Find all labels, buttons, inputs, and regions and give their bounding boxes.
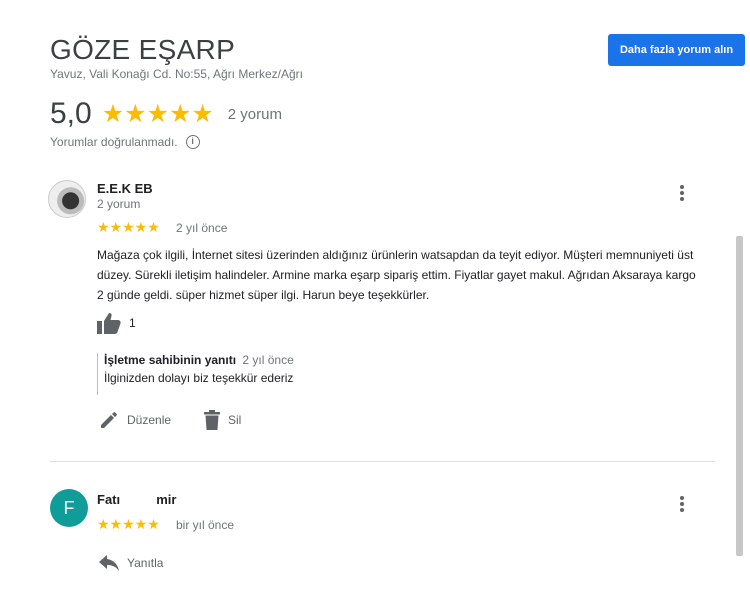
delete-label: Sil: [228, 413, 242, 427]
review-text: Mağaza çok ilgili, İnternet sitesi üzeri…: [97, 248, 696, 302]
reply-label: Yanıtla: [127, 556, 164, 570]
review-author-count: 2 yorum: [97, 197, 141, 211]
review-author[interactable]: E.E.K EB: [97, 181, 153, 196]
review-author[interactable]: Fatı mir: [97, 492, 176, 507]
unverified-note: Yorumlar doğrulanmadı. i: [50, 135, 200, 149]
owner-reply-time: 2 yıl önce: [242, 353, 294, 367]
divider: [50, 461, 715, 462]
info-icon[interactable]: i: [185, 135, 200, 149]
review-time: bir yıl önce: [176, 518, 235, 532]
review-stars: ★★★★★: [97, 516, 160, 532]
avatar[interactable]: [48, 180, 86, 218]
review-stars: ★★★★★: [97, 219, 160, 235]
trash-icon: [204, 410, 220, 430]
pencil-icon: [101, 412, 117, 428]
like-count: 1: [129, 316, 136, 330]
delete-button[interactable]: Sil: [204, 410, 241, 430]
business-name: GÖZE EŞARP: [50, 34, 236, 65]
review-count[interactable]: 2 yorum: [228, 106, 282, 123]
more-options-icon[interactable]: [675, 184, 689, 204]
avatar[interactable]: F: [50, 489, 88, 527]
review-time: 2 yıl önce: [176, 221, 228, 235]
business-address: Yavuz, Vali Konağı Cd. No:55, Ağrı Merke…: [50, 67, 304, 81]
scrollbar[interactable]: [736, 236, 743, 556]
rating-summary: 5,0 ★★★★★ 2 yorum: [50, 97, 282, 131]
rating-value: 5,0: [50, 97, 92, 130]
reply-icon: [99, 555, 119, 571]
owner-reply: İşletme sahibinin yanıtı 2 yıl önce İlgi…: [97, 353, 697, 395]
reply-button[interactable]: Yanıtla: [99, 555, 163, 571]
more-reviews-button[interactable]: Daha fazla yorum alın: [608, 34, 745, 66]
thumbs-up-icon: [97, 313, 121, 334]
rating-stars: ★★★★★: [101, 100, 214, 128]
more-options-icon[interactable]: [675, 495, 689, 515]
unverified-text: Yorumlar doğrulanmadı.: [50, 135, 178, 149]
owner-reply-header: İşletme sahibinin yanıtı 2 yıl önce: [104, 353, 697, 367]
owner-reply-title: İşletme sahibinin yanıtı: [104, 353, 237, 367]
like-button[interactable]: 1: [97, 312, 136, 334]
business-header: GÖZE EŞARP Yavuz, Vali Konağı Cd. No:55,…: [0, 0, 750, 160]
owner-reply-text: İlginizden dolayı biz teşekkür ederiz: [104, 371, 294, 385]
edit-label: Düzenle: [127, 413, 172, 427]
edit-button[interactable]: Düzenle: [99, 410, 171, 430]
